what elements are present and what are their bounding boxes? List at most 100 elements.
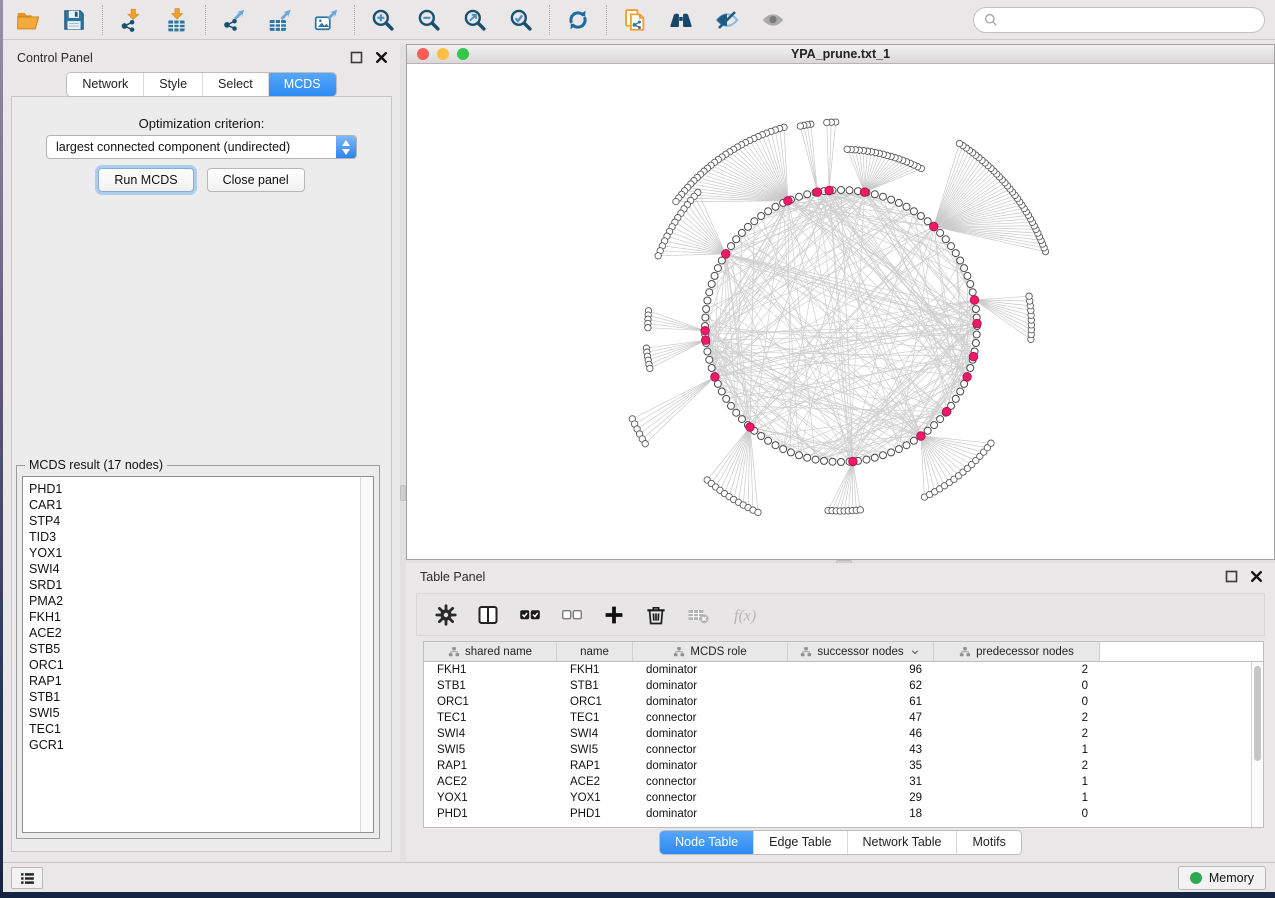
- mcds-result-item[interactable]: TID3: [29, 529, 373, 545]
- search-field[interactable]: [973, 7, 1265, 33]
- tab-style[interactable]: Style: [143, 73, 202, 96]
- table-cell: TEC1: [557, 710, 633, 726]
- open-button[interactable]: [9, 4, 47, 36]
- first-neighbors-button[interactable]: [662, 4, 700, 36]
- network-titlebar[interactable]: YPA_prune.txt_1: [407, 45, 1274, 64]
- table-row[interactable]: TEC1TEC1connector472: [424, 710, 1263, 726]
- table-cell: dominator: [633, 726, 788, 742]
- table-panel: Table Panel f(x) shared name name MCDS rol…: [406, 563, 1275, 862]
- delete-table-button[interactable]: [681, 598, 714, 632]
- mcds-result-item[interactable]: ORC1: [29, 657, 373, 673]
- float-panel-icon[interactable]: [350, 51, 363, 64]
- sort-desc-icon: [909, 646, 921, 658]
- result-scrollbar[interactable]: [360, 477, 373, 832]
- search-input[interactable]: [999, 13, 1255, 27]
- zoom-in-button[interactable]: [364, 4, 402, 36]
- export-network-button[interactable]: [215, 4, 253, 36]
- tab-edge-table[interactable]: Edge Table: [753, 831, 846, 854]
- tab-node-table[interactable]: Node Table: [660, 831, 753, 854]
- toolbar-group: [9, 4, 93, 36]
- tab-select[interactable]: Select: [202, 73, 268, 96]
- zoom-selected-button[interactable]: [502, 4, 540, 36]
- mcds-result-item[interactable]: SWI4: [29, 561, 373, 577]
- mcds-result-item[interactable]: CAR1: [29, 497, 373, 513]
- mcds-result-item[interactable]: STB1: [29, 689, 373, 705]
- table-row[interactable]: STB1STB1dominator620: [424, 678, 1263, 694]
- table-cell: RAP1: [424, 758, 557, 774]
- mcds-result-item[interactable]: TEC1: [29, 721, 373, 737]
- table-cell: 47: [788, 710, 934, 726]
- column-header-successor-nodes[interactable]: successor nodes: [788, 642, 934, 662]
- dock-list-button[interactable]: [11, 867, 43, 889]
- mcds-result-item[interactable]: RAP1: [29, 673, 373, 689]
- mcds-result-item[interactable]: STB5: [29, 641, 373, 657]
- status-bar: Memory: [3, 862, 1275, 892]
- export-image-button[interactable]: [307, 4, 345, 36]
- mcds-result-item[interactable]: SWI5: [29, 705, 373, 721]
- duplicate-network-button[interactable]: [616, 4, 654, 36]
- table-row[interactable]: SWI5SWI5connector431: [424, 742, 1263, 758]
- table-scrollbar[interactable]: [1251, 662, 1263, 827]
- table-cell: 1: [934, 774, 1100, 790]
- zoom-fit-button[interactable]: [456, 4, 494, 36]
- table-row[interactable]: ACE2ACE2connector311: [424, 774, 1263, 790]
- table-row[interactable]: YOX1YOX1connector291: [424, 790, 1263, 806]
- select-all-button[interactable]: [513, 598, 546, 632]
- float-panel-icon[interactable]: [1225, 570, 1238, 583]
- save-button[interactable]: [55, 4, 93, 36]
- gear-button[interactable]: [429, 598, 462, 632]
- column-header-shared-name[interactable]: shared name: [424, 642, 557, 662]
- column-header-name[interactable]: name: [557, 642, 633, 662]
- mcds-result-item[interactable]: SRD1: [29, 577, 373, 593]
- mcds-result-item[interactable]: ACE2: [29, 625, 373, 641]
- import-table-button[interactable]: [158, 4, 196, 36]
- close-panel-button[interactable]: Close panel: [207, 168, 305, 192]
- add-icon: [602, 603, 626, 627]
- mcds-result-item[interactable]: FKH1: [29, 609, 373, 625]
- table-row[interactable]: SWI4SWI4dominator462: [424, 726, 1263, 742]
- memory-button[interactable]: Memory: [1178, 866, 1266, 890]
- refresh-button[interactable]: [559, 4, 597, 36]
- mcds-result-item[interactable]: PHD1: [29, 481, 373, 497]
- close-panel-icon[interactable]: [375, 51, 388, 64]
- table-panel-title: Table Panel: [420, 570, 485, 584]
- columns-button[interactable]: [471, 598, 504, 632]
- table-cell: YOX1: [424, 790, 557, 806]
- mcds-result-item[interactable]: YOX1: [29, 545, 373, 561]
- trash-button[interactable]: [639, 598, 672, 632]
- export-table-button[interactable]: [261, 4, 299, 36]
- network-canvas[interactable]: [407, 64, 1274, 559]
- hide-selected-button[interactable]: [708, 4, 746, 36]
- column-header-predecessor-nodes[interactable]: predecessor nodes: [934, 642, 1100, 662]
- import-network-button[interactable]: [112, 4, 150, 36]
- tab-network[interactable]: Network: [67, 73, 143, 96]
- table-row[interactable]: RAP1RAP1dominator352: [424, 758, 1263, 774]
- deselect-all-button[interactable]: [555, 598, 588, 632]
- tab-motifs[interactable]: Motifs: [956, 831, 1020, 854]
- network-window: YPA_prune.txt_1: [406, 44, 1275, 560]
- show-all-button[interactable]: [754, 4, 792, 36]
- table-body: FKH1FKH1dominator962STB1STB1dominator620…: [424, 662, 1263, 822]
- dropdown-stepper-icon[interactable]: [336, 136, 356, 158]
- add-button[interactable]: [597, 598, 630, 632]
- mcds-result-item[interactable]: PMA2: [29, 593, 373, 609]
- close-panel-icon[interactable]: [1250, 570, 1263, 583]
- tab-mcds[interactable]: MCDS: [268, 73, 336, 96]
- mcds-result-groupbox: MCDS result (17 nodes) PHD1CAR1STP4TID3Y…: [16, 465, 380, 839]
- zoom-out-button[interactable]: [410, 4, 448, 36]
- tree-icon: [800, 646, 812, 658]
- column-header-MCDS-role[interactable]: MCDS role: [633, 642, 788, 662]
- table-row[interactable]: ORC1ORC1dominator610: [424, 694, 1263, 710]
- criterion-dropdown[interactable]: largest connected component (undirected): [46, 135, 357, 159]
- search-icon: [983, 12, 999, 28]
- tab-network-table[interactable]: Network Table: [847, 831, 957, 854]
- table-row[interactable]: PHD1PHD1dominator180: [424, 806, 1263, 822]
- column-label: name: [580, 646, 609, 658]
- mcds-result-item[interactable]: STP4: [29, 513, 373, 529]
- table-row[interactable]: FKH1FKH1dominator962: [424, 662, 1263, 678]
- run-mcds-button[interactable]: Run MCDS: [98, 168, 193, 192]
- scrollbar-thumb[interactable]: [1254, 666, 1261, 761]
- mcds-result-list[interactable]: PHD1CAR1STP4TID3YOX1SWI4SRD1PMA2FKH1ACE2…: [22, 476, 374, 833]
- fx-button[interactable]: f(x): [723, 598, 765, 632]
- mcds-result-item[interactable]: GCR1: [29, 737, 373, 753]
